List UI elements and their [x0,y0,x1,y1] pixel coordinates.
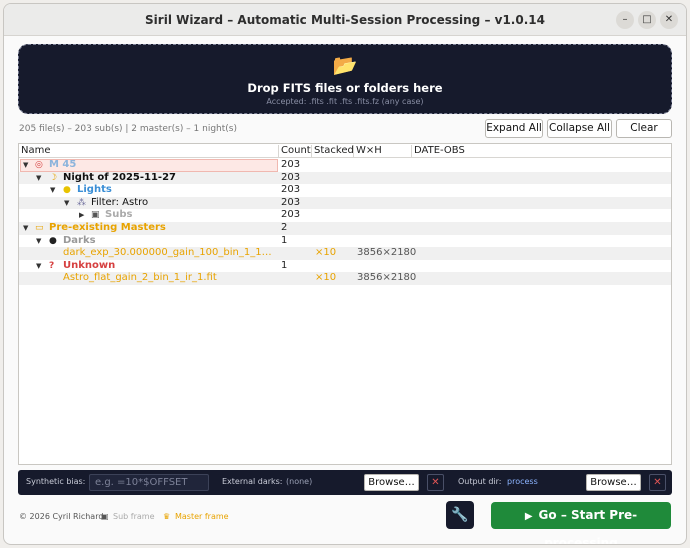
start-label: Go – Start Pre-processing [538,508,638,545]
darks-label: External darks: [222,477,283,486]
expand-all-button[interactable]: Expand All [485,119,543,138]
column-wh[interactable]: W×H [354,145,412,158]
bulb-icon: ● [63,185,71,196]
bias-input[interactable]: e.g. =10*$OFFSET [89,474,209,491]
tree-row-count: 1 [281,234,288,246]
tree-header: Name Count Stacked W×H DATE-OBS [19,144,671,158]
darks-remove-button[interactable]: ✕ [427,474,444,491]
expand-arrow-icon[interactable]: ▼ [50,184,55,197]
tree-row-count: 203 [281,196,301,208]
tree-row-count: 203 [281,159,301,170]
column-name[interactable]: Name [19,145,279,158]
tree-row-count: 2 [281,222,288,233]
sub-frame-legend: Sub frame [113,512,155,521]
tree-row-wh: 3856×2180 [357,272,417,284]
column-stacked[interactable]: Stacked [312,145,354,158]
expand-arrow-icon[interactable]: ▼ [36,235,41,248]
wrench-icon[interactable]: 🔧 [446,501,474,529]
expand-arrow-icon[interactable]: ▼ [36,172,41,185]
files-summary: 205 file(s) – 203 sub(s) | 2 master(s) –… [19,124,237,134]
tree-row-wh: 3856×2180 [357,247,417,259]
minimize-button[interactable]: – [616,11,634,29]
tree-row-count: 1 [281,259,288,271]
play-icon: ▶ [524,511,533,522]
settings-bar: Synthetic bias: e.g. =10*$OFFSET Externa… [18,470,672,495]
collapse-all-button[interactable]: Collapse All [547,119,612,138]
darks-value: (none) [286,477,313,486]
copyright: © 2026 Cyril Richard [19,512,104,521]
tree-row-lights[interactable]: ▼ ● Lights 203 [19,184,671,197]
tree-row-name: Subs [105,209,133,221]
folder-open-icon: 📂 [332,53,358,77]
column-date-obs[interactable]: DATE-OBS [412,145,673,158]
tree-row-name: Darks [63,234,96,246]
output-browse-button[interactable]: Browse… [586,474,641,491]
tree-row-name: dark_exp_30.000000_gain_100_bin_1_14C... [63,247,277,259]
expand-arrow-icon[interactable]: ▼ [23,159,28,172]
tree-row-night[interactable]: ▼ ☽ Night of 2025-11-27 203 [19,171,671,185]
start-preprocessing-button[interactable]: ▶ Go – Start Pre-processing [491,502,671,544]
collapsed-arrow-icon[interactable]: ▶ [79,209,84,222]
tree-row-name: Night of 2025-11-27 [63,171,177,183]
file-tree[interactable]: Name Count Stacked W×H DATE-OBS ▼ ◎ M 45… [18,143,672,465]
bias-label: Synthetic bias: [26,477,86,486]
filter-icon: ⁂ [77,197,86,208]
tree-row-subs[interactable]: ▶ ▣ Subs 203 [19,209,671,222]
output-label: Output dir: [458,477,502,486]
tree-row-unknown[interactable]: ▼ ? Unknown 1 [19,260,671,273]
output-value: process [507,477,538,486]
question-icon: ? [49,260,55,271]
maximize-button[interactable]: □ [638,11,656,29]
tree-row-darks[interactable]: ▼ ● Darks 1 [19,235,671,248]
camera-icon: ▣ [101,512,109,521]
tree-row-count: 203 [281,209,301,221]
drop-zone-title: Drop FITS files or folders here [247,81,443,95]
tree-row-target[interactable]: ▼ ◎ M 45 203 [19,159,671,172]
window-title: Siril Wizard – Automatic Multi-Session P… [145,13,545,27]
camera-icon: ▣ [91,210,100,221]
tree-row-name: Astro_flat_gain_2_bin_1_ir_1.fit [63,272,217,284]
drop-zone[interactable]: 📂 Drop FITS files or folders here Accept… [18,44,672,114]
master-frame-legend: Master frame [175,512,229,521]
title-bar: Siril Wizard – Automatic Multi-Session P… [4,4,686,36]
column-count[interactable]: Count [279,145,312,158]
moon-icon: ☽ [49,172,58,183]
close-button[interactable]: ✕ [660,11,678,29]
expand-arrow-icon[interactable]: ▼ [23,222,28,235]
app-window: Siril Wizard – Automatic Multi-Session P… [3,3,687,545]
clear-button[interactable]: Clear [616,119,672,138]
darks-browse-button[interactable]: Browse… [364,474,419,491]
dark-circle-icon: ● [49,235,57,246]
tree-row-name: Unknown [63,259,116,271]
folder-icon: ▭ [35,223,44,233]
tree-row-flat-master[interactable]: Astro_flat_gain_2_bin_1_ir_1.fit ×10 385… [19,272,671,285]
output-remove-button[interactable]: ✕ [649,474,666,491]
tree-row-name: M 45 [49,159,77,170]
expand-arrow-icon[interactable]: ▼ [36,260,41,273]
tree-row-stacked: ×10 [315,272,337,284]
tree-row-count: 203 [281,184,301,196]
tree-row-name: Filter: Astro [91,196,149,208]
trophy-icon: ♛ [163,512,171,521]
tree-row-count: 203 [281,171,301,183]
target-icon: ◎ [35,160,43,170]
tree-row-filter[interactable]: ▼ ⁂ Filter: Astro 203 [19,196,671,210]
expand-arrow-icon[interactable]: ▼ [64,197,69,210]
tree-row-dark-master[interactable]: dark_exp_30.000000_gain_100_bin_1_14C...… [19,247,671,260]
drop-zone-subtitle: Accepted: .fits .fit .fts .fits.fz (any … [266,97,424,106]
tree-row-masters[interactable]: ▼ ▭ Pre-existing Masters 2 [19,222,671,235]
tree-row-name: Pre-existing Masters [49,222,166,233]
tree-row-stacked: ×10 [315,247,337,259]
tree-row-name: Lights [77,184,112,196]
